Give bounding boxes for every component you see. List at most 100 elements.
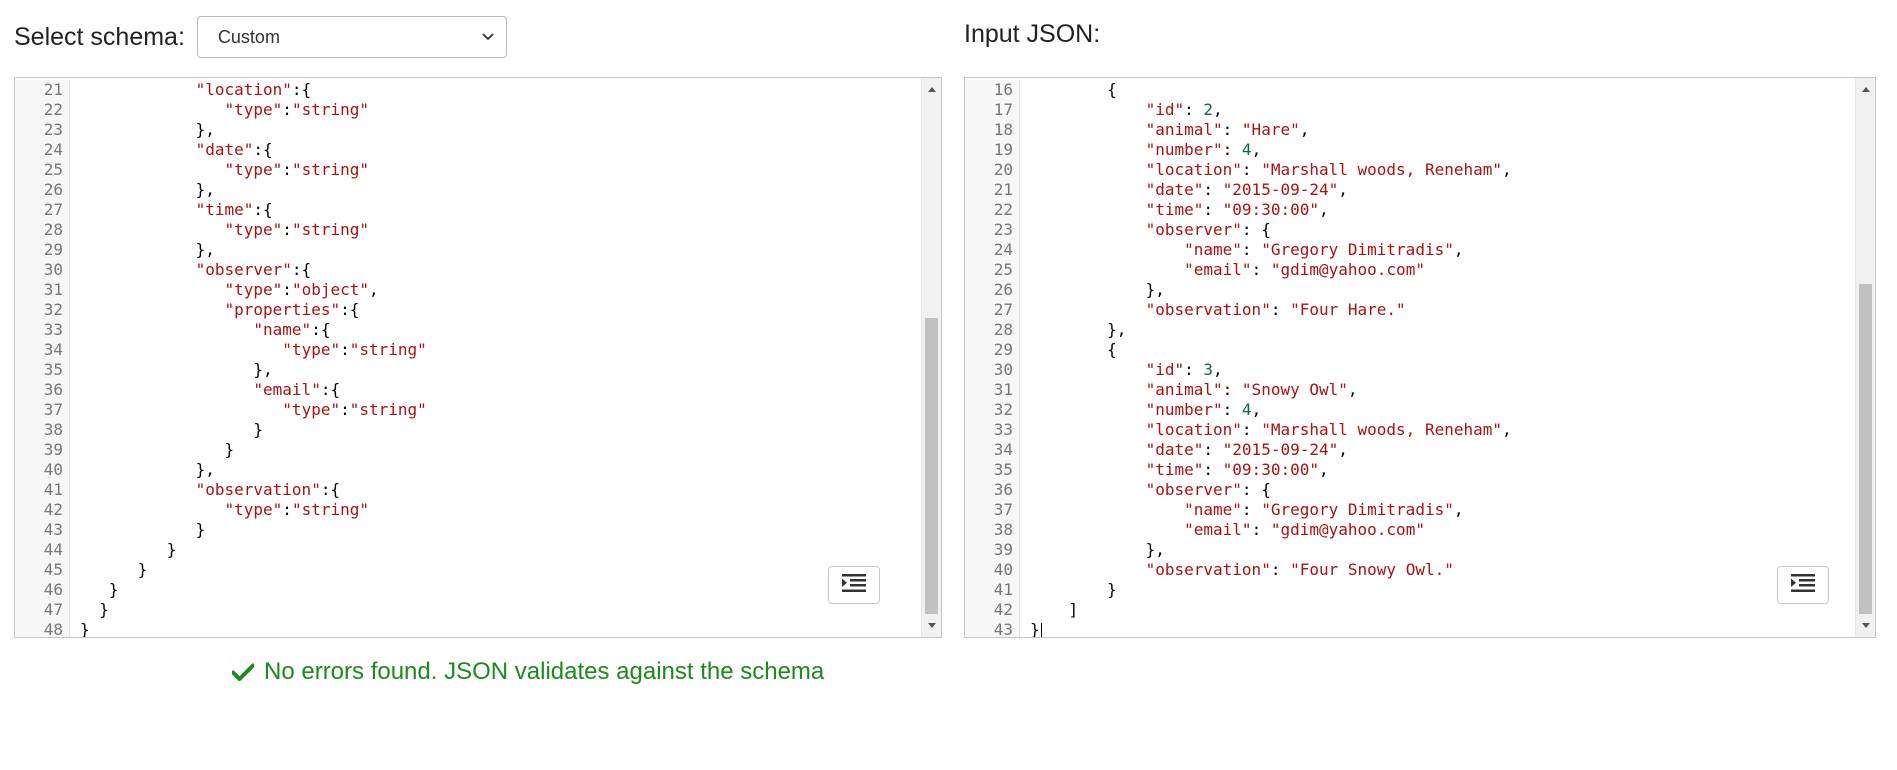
- format-json-button[interactable]: [1777, 566, 1829, 604]
- code-line[interactable]: 42 "type":"string": [15, 500, 919, 520]
- code-line[interactable]: 46 }: [15, 580, 919, 600]
- code-line[interactable]: 22 "type":"string": [15, 100, 919, 120]
- code-token: :: [282, 280, 292, 299]
- code-line[interactable]: 23 },: [15, 120, 919, 140]
- code-line[interactable]: 37 "name": "Gregory Dimitradis",: [965, 500, 1853, 520]
- code-line[interactable]: 41 "observation":{: [15, 480, 919, 500]
- code-line[interactable]: 19 "number": 4,: [965, 140, 1853, 160]
- code-token: "observation": [195, 480, 321, 499]
- code-line[interactable]: 30 "id": 3,: [965, 360, 1853, 380]
- code-line[interactable]: 45 }: [15, 560, 919, 580]
- scroll-up-arrow-icon[interactable]: [1856, 80, 1875, 98]
- code-line[interactable]: 36 "email":{: [15, 380, 919, 400]
- code-token: "09:30:00": [1222, 200, 1319, 219]
- code-line[interactable]: 26 },: [15, 180, 919, 200]
- code-line[interactable]: 39 }: [15, 440, 919, 460]
- code-line[interactable]: 18 "animal": "Hare",: [965, 120, 1853, 140]
- code-line[interactable]: 47 }: [15, 600, 919, 620]
- code-line[interactable]: 33 "name":{: [15, 320, 919, 340]
- schema-scroll-thumb[interactable]: [925, 318, 938, 614]
- schema-select[interactable]: Custom: [196, 16, 507, 58]
- input-scroll-thumb[interactable]: [1859, 284, 1872, 614]
- code-line[interactable]: 22 "time": "09:30:00",: [965, 200, 1853, 220]
- code-token: "id": [1145, 360, 1185, 379]
- code-token: :: [1241, 160, 1262, 179]
- code-line[interactable]: 25 "type":"string": [15, 160, 919, 180]
- code-line[interactable]: 25 "email": "gdim@yahoo.com": [965, 260, 1853, 280]
- code-line[interactable]: 32 "number": 4,: [965, 400, 1853, 420]
- code-token: "location": [195, 80, 292, 99]
- code-line[interactable]: 35 "time": "09:30:00",: [965, 460, 1853, 480]
- code-line[interactable]: 42 ]: [965, 600, 1853, 620]
- code-token: "id": [1145, 100, 1185, 119]
- line-number: 36: [965, 480, 1020, 500]
- code-token: }: [99, 600, 109, 619]
- code-line[interactable]: 26 },: [965, 280, 1853, 300]
- code-line[interactable]: 43 }: [15, 520, 919, 540]
- code-line[interactable]: 24 "name": "Gregory Dimitradis",: [965, 240, 1853, 260]
- code-line[interactable]: 28 "type":"string": [15, 220, 919, 240]
- code-line[interactable]: 41 }: [965, 580, 1853, 600]
- code-line[interactable]: 16 {: [965, 80, 1853, 100]
- schema-editor[interactable]: 21 "location":{22 "type":"string" 23 }, 24…: [14, 77, 942, 638]
- code-token: :: [1203, 200, 1223, 219]
- code-line[interactable]: 24 "date":{: [15, 140, 919, 160]
- line-number: 34: [15, 340, 70, 360]
- scroll-up-arrow-icon[interactable]: [922, 80, 941, 98]
- code-token: :: [282, 160, 292, 179]
- code-token: "time": [195, 200, 254, 219]
- code-line[interactable]: 40 },: [15, 460, 919, 480]
- code-line[interactable]: 21 "date": "2015-09-24",: [965, 180, 1853, 200]
- code-line[interactable]: 48}: [15, 620, 919, 637]
- code-line[interactable]: 34 "type":"string": [15, 340, 919, 360]
- code-line[interactable]: 27 "observation": "Four Hare.": [965, 300, 1853, 320]
- code-token: }: [224, 440, 235, 459]
- code-line[interactable]: 20 "location": "Marshall woods, Reneham"…: [965, 160, 1853, 180]
- code-line[interactable]: 38 }: [15, 420, 919, 440]
- code-line[interactable]: 23 "observer": {: [965, 220, 1853, 240]
- code-line[interactable]: 44 }: [15, 540, 919, 560]
- code-token: :: [1203, 440, 1223, 459]
- schema-scrollbar[interactable]: [921, 78, 941, 637]
- format-json-button[interactable]: [828, 566, 880, 604]
- line-number: 24: [15, 140, 70, 160]
- input-scrollbar[interactable]: [1855, 78, 1875, 637]
- code-token: "type": [224, 280, 283, 299]
- code-line[interactable]: 21 "location":{: [15, 80, 919, 100]
- line-number: 46: [15, 580, 70, 600]
- code-line[interactable]: 27 "time":{: [15, 200, 919, 220]
- code-token: }: [1107, 580, 1117, 599]
- code-line[interactable]: 31 "animal": "Snowy Owl",: [965, 380, 1853, 400]
- code-text: "observer":{: [70, 260, 312, 280]
- code-line[interactable]: 43}: [965, 620, 1853, 637]
- code-line[interactable]: 38 "email": "gdim@yahoo.com": [965, 520, 1853, 540]
- code-line[interactable]: 30 "observer":{: [15, 260, 919, 280]
- code-line[interactable]: 33 "location": "Marshall woods, Reneham"…: [965, 420, 1853, 440]
- code-line[interactable]: 36 "observer": {: [965, 480, 1853, 500]
- code-line[interactable]: 32 "properties":{: [15, 300, 919, 320]
- code-line[interactable]: 39 },: [965, 540, 1853, 560]
- code-line[interactable]: 31 "type":"object",: [15, 280, 919, 300]
- code-line[interactable]: 37 "type":"string": [15, 400, 919, 420]
- code-line[interactable]: 34 "date": "2015-09-24",: [965, 440, 1853, 460]
- code-token: "number": [1145, 400, 1223, 419]
- code-line[interactable]: 28 },: [965, 320, 1853, 340]
- code-line[interactable]: 40 "observation": "Four Snowy Owl.": [965, 560, 1853, 580]
- code-token: "Four Hare.": [1290, 300, 1406, 319]
- code-token: :{: [253, 200, 273, 219]
- scroll-down-arrow-icon[interactable]: [1856, 617, 1875, 635]
- code-token: },: [195, 240, 215, 259]
- input-json-editor[interactable]: 16 {17 "id": 2, 18 "animal": "Hare", 19 "n…: [964, 77, 1876, 638]
- code-text: },: [1020, 540, 1165, 560]
- code-token: "2015-09-24": [1222, 180, 1339, 199]
- code-line[interactable]: 17 "id": 2,: [965, 100, 1853, 120]
- scroll-down-arrow-icon[interactable]: [922, 617, 941, 635]
- code-token: ,: [1502, 420, 1512, 439]
- code-line[interactable]: 35 },: [15, 360, 919, 380]
- code-line[interactable]: 29 },: [15, 240, 919, 260]
- code-line[interactable]: 29 {: [965, 340, 1853, 360]
